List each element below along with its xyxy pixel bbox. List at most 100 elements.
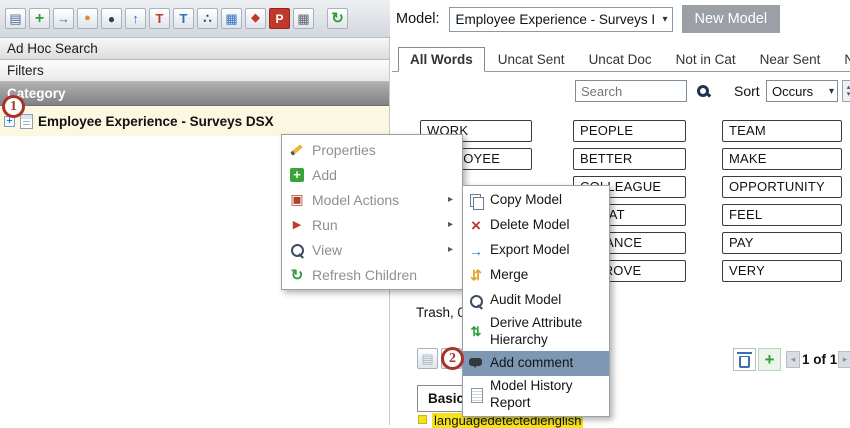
menu-item-run[interactable]: Run ▸ <box>282 212 462 237</box>
submenu-item-export-model[interactable]: Export Model <box>463 238 609 263</box>
model-select[interactable]: Employee Experience - Surveys I <box>449 7 673 32</box>
menu-item-label: Model Actions <box>312 192 441 208</box>
submenu-item-label: Export Model <box>490 242 605 259</box>
word-box[interactable]: PAY <box>722 232 842 254</box>
tree-item-model[interactable]: Employee Experience - Surveys DSX <box>0 106 389 136</box>
tab-label: Near Doc <box>844 52 850 67</box>
tab-label: Uncat Doc <box>589 52 652 67</box>
tab-label: Uncat Sent <box>498 52 565 67</box>
tab-label: All Words <box>410 52 473 67</box>
menu-item-properties[interactable]: Properties <box>282 137 462 162</box>
tab-label: Not in Cat <box>676 52 736 67</box>
tree-item-label: Employee Experience - Surveys DSX <box>38 114 274 129</box>
save-icon[interactable] <box>5 8 26 29</box>
word-box[interactable]: BETTER <box>573 148 686 170</box>
tag-red-icon[interactable] <box>245 8 266 29</box>
menu-item-label: Refresh Children <box>312 267 441 283</box>
sort-label: Sort <box>734 83 760 99</box>
audit-icon <box>468 293 484 309</box>
model-select-value: Employee Experience - Surveys I <box>456 12 656 27</box>
add-grid-icon[interactable] <box>29 8 50 29</box>
new-model-button[interactable]: New Model <box>682 5 781 33</box>
sort-select[interactable]: Occurs <box>766 80 838 102</box>
submenu-item-derive-attribute-hierarchy[interactable]: Derive Attribute Hierarchy <box>463 313 609 351</box>
chevron-down-icon <box>829 86 834 97</box>
search-button[interactable] <box>692 80 714 102</box>
trash-icon <box>739 356 750 368</box>
pencil-icon <box>289 142 305 158</box>
search-input[interactable] <box>575 80 687 102</box>
sort-direction-spinner[interactable] <box>842 80 850 102</box>
submenu-item-audit-model[interactable]: Audit Model <box>463 288 609 313</box>
language-color-chip <box>418 415 427 424</box>
pager-next-button[interactable] <box>838 351 850 368</box>
refresh-icon[interactable] <box>327 8 348 29</box>
trash-button[interactable] <box>733 348 756 371</box>
export-icon <box>468 243 484 259</box>
chevron-down-icon <box>663 14 668 25</box>
document-icon <box>20 114 33 129</box>
magnifier-icon <box>289 242 305 258</box>
main-toolbar <box>0 0 390 38</box>
section-category[interactable]: Category <box>0 82 389 106</box>
delete-icon <box>468 218 484 234</box>
add-icon <box>289 167 305 183</box>
word-box[interactable]: OPPORTUNITY <box>722 176 842 198</box>
refresh-icon <box>289 267 305 283</box>
word-box[interactable]: FEEL <box>722 204 842 226</box>
submenu-item-label: Model History Report <box>490 378 605 412</box>
tab-uncat-doc[interactable]: Uncat Doc <box>578 48 663 71</box>
submenu-item-copy-model[interactable]: Copy Model <box>463 188 609 213</box>
table-icon[interactable] <box>293 8 314 29</box>
tab-label: Near Sent <box>760 52 821 67</box>
search-sort-row: Sort Occurs <box>392 80 850 104</box>
submenu-item-label: Derive Attribute Hierarchy <box>490 315 605 349</box>
submenu-item-label: Audit Model <box>490 292 605 309</box>
copy-icon <box>468 193 484 209</box>
pager-prev-button[interactable] <box>786 351 800 368</box>
section-filters[interactable]: Filters <box>0 60 389 82</box>
tab-not-in-cat[interactable]: Not in Cat <box>665 48 747 71</box>
search-icon <box>697 85 709 97</box>
hierarchy-icon[interactable] <box>197 8 218 29</box>
submenu-item-delete-model[interactable]: Delete Model <box>463 213 609 238</box>
tab-near-doc[interactable]: Near Doc <box>833 48 850 71</box>
model-actions-submenu: Copy Model Delete Model Export Model Mer… <box>462 185 610 417</box>
text-blue-icon[interactable] <box>173 8 194 29</box>
tab-uncat-sent[interactable]: Uncat Sent <box>487 48 576 71</box>
export-page-icon[interactable] <box>53 8 74 29</box>
comment-icon[interactable] <box>101 8 122 29</box>
submenu-item-model-history-report[interactable]: Model History Report <box>463 376 609 414</box>
pager-label: 1 of 1 <box>802 352 837 367</box>
derive-icon <box>468 324 484 340</box>
section-ad-hoc-search[interactable]: Ad Hoc Search <box>0 38 389 60</box>
submenu-item-merge[interactable]: Merge <box>463 263 609 288</box>
submenu-item-label: Copy Model <box>490 192 605 209</box>
submenu-item-label: Add comment <box>490 355 605 372</box>
word-box[interactable]: PEOPLE <box>573 120 686 142</box>
model-bar: Model: Employee Experience - Surveys I N… <box>390 0 850 38</box>
menu-item-refresh-children[interactable]: Refresh Children <box>282 262 462 287</box>
save-icon[interactable] <box>417 348 438 369</box>
word-box[interactable]: MAKE <box>722 148 842 170</box>
menu-item-label: Properties <box>312 142 441 158</box>
add-button[interactable] <box>758 348 781 371</box>
model-actions-icon <box>289 192 305 208</box>
upload-icon[interactable] <box>125 8 146 29</box>
page-settings-icon[interactable] <box>77 8 98 29</box>
submenu-item-add-comment[interactable]: Add comment <box>463 351 609 376</box>
table-blue-icon[interactable] <box>221 8 242 29</box>
text-red-icon[interactable] <box>149 8 170 29</box>
tab-near-sent[interactable]: Near Sent <box>749 48 832 71</box>
menu-item-view[interactable]: View ▸ <box>282 237 462 262</box>
menu-item-model-actions[interactable]: Model Actions ▸ <box>282 187 462 212</box>
pdf-icon[interactable] <box>269 8 290 29</box>
menu-item-add[interactable]: Add <box>282 162 462 187</box>
sort-select-value: Occurs <box>772 84 813 99</box>
word-box[interactable]: VERY <box>722 260 842 282</box>
menu-item-label: Add <box>312 167 441 183</box>
submenu-item-label: Merge <box>490 267 605 284</box>
model-label: Model: <box>396 11 440 27</box>
word-box[interactable]: TEAM <box>722 120 842 142</box>
tab-all-words[interactable]: All Words <box>398 47 485 72</box>
